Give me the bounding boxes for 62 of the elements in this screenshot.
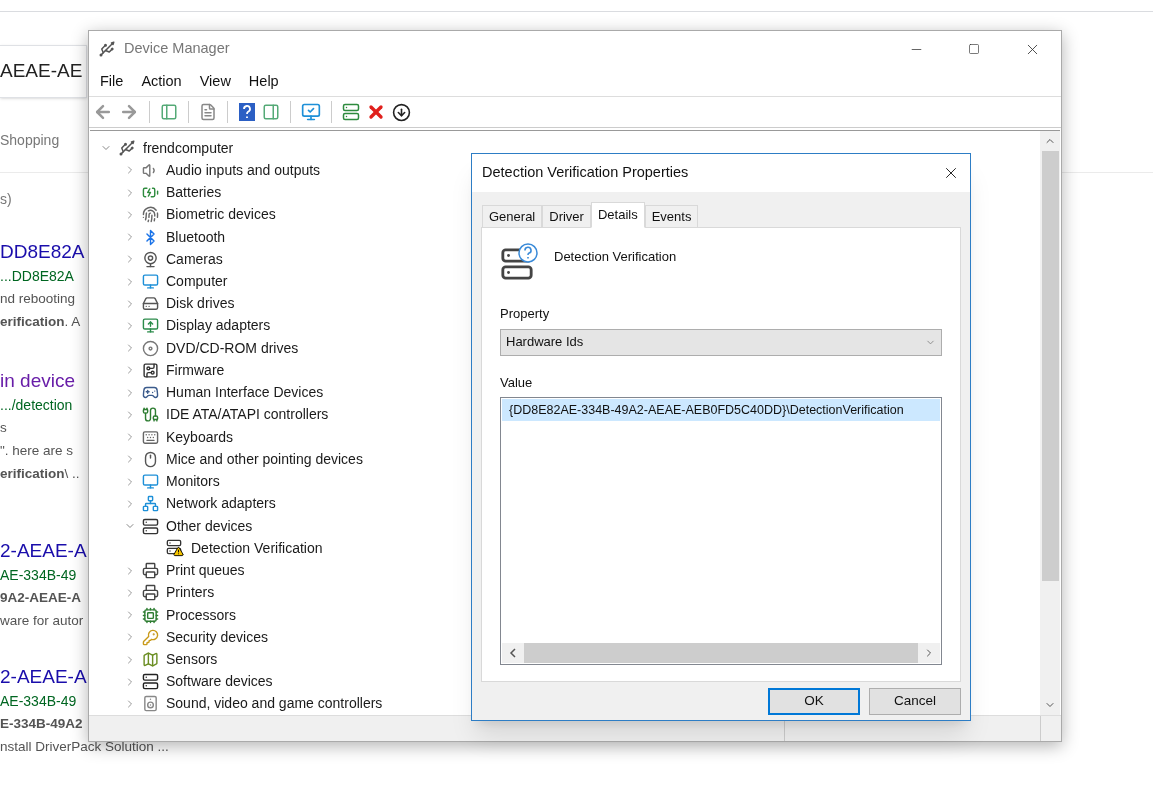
tree-item[interactable]: Computer bbox=[166, 271, 228, 292]
search-tab[interactable]: Shopping bbox=[0, 129, 60, 151]
tree-item[interactable]: frendcomputer bbox=[143, 137, 234, 159]
result-snippet: s bbox=[0, 419, 7, 438]
tree-item[interactable]: Monitors bbox=[166, 471, 220, 493]
result-url: AE-334B-49 bbox=[0, 692, 77, 711]
dialog-title: Detection Verification Properties bbox=[482, 163, 689, 183]
tree-item[interactable]: Firmware bbox=[166, 359, 225, 381]
menu-item[interactable]: File bbox=[92, 70, 132, 93]
window-title: Device Manager bbox=[124, 39, 230, 59]
tree-item[interactable]: Human Interface Devices bbox=[166, 382, 324, 404]
result-title[interactable]: 2-AEAE-A bbox=[0, 662, 87, 692]
result-title[interactable]: DD8E82A bbox=[0, 237, 85, 267]
tree-item[interactable]: Security devices bbox=[166, 626, 268, 648]
result-url: .../detection bbox=[0, 396, 73, 415]
tree-item[interactable]: Network adapters bbox=[166, 493, 276, 515]
menu-item[interactable]: View bbox=[191, 70, 239, 93]
dialog-tab[interactable]: Driver bbox=[542, 205, 591, 228]
result-snippet: nstall DriverPack Solution ... bbox=[0, 738, 169, 757]
value-item[interactable]: {DD8E82AE-334B-49A2-AEAE-AEB0FD5C40DD}\DetectionVerification bbox=[502, 399, 940, 421]
search-field[interactable]: AEAE-AE bbox=[0, 45, 87, 98]
tree-item[interactable]: Bluetooth bbox=[166, 226, 226, 248]
dialog-tab[interactable]: Details bbox=[590, 202, 645, 228]
result-snippet: 9A2-AEAE-A bbox=[0, 589, 81, 608]
tree-item[interactable]: Audio inputs and outputs bbox=[166, 159, 321, 181]
result-snippet: ". here are s bbox=[0, 442, 74, 461]
result-title[interactable]: in device bbox=[0, 366, 75, 396]
tree-item[interactable]: Display adapters bbox=[166, 315, 271, 337]
result-snippet: E-334B-49A2 bbox=[0, 715, 83, 734]
tree-item[interactable]: IDE ATA/ATAPI controllers bbox=[166, 404, 329, 426]
result-snippet: erification. A bbox=[0, 313, 81, 332]
property-label: Property bbox=[500, 305, 551, 323]
tree-item[interactable]: Software devices bbox=[166, 671, 273, 693]
dialog-tab[interactable]: General bbox=[482, 205, 543, 228]
tree-item[interactable]: Disk drives bbox=[166, 293, 235, 315]
tree-item[interactable]: Cameras bbox=[166, 248, 223, 270]
result-snippet: nd rebooting bbox=[0, 290, 76, 309]
result-title[interactable]: 2-AEAE-A bbox=[0, 536, 87, 566]
result-url: AE-334B-49 bbox=[0, 566, 77, 585]
tree-item[interactable]: Other devices bbox=[166, 515, 253, 537]
tree-item[interactable]: Printers bbox=[166, 582, 215, 604]
dialog-button[interactable]: OK bbox=[768, 687, 860, 715]
tree-item[interactable]: Detection Verification bbox=[191, 537, 323, 559]
tree-item[interactable]: Processors bbox=[166, 604, 237, 626]
menu-item[interactable]: Action bbox=[133, 70, 190, 93]
device-name: Detection Verification bbox=[554, 248, 677, 267]
tree-item[interactable]: Mice and other pointing devices bbox=[166, 448, 363, 470]
menu-item[interactable]: Help bbox=[240, 70, 287, 93]
tree-item[interactable]: Sound, video and game controllers bbox=[166, 693, 383, 715]
dialog-button[interactable]: Cancel bbox=[869, 687, 961, 715]
tree-item[interactable]: Print queues bbox=[166, 560, 245, 582]
result-stats: s) bbox=[0, 189, 12, 209]
tree-item[interactable]: DVD/CD-ROM drives bbox=[166, 337, 299, 359]
result-snippet: ware for autor bbox=[0, 612, 84, 631]
tree-item[interactable]: Keyboards bbox=[166, 426, 233, 448]
result-snippet: erification\ .. bbox=[0, 465, 80, 484]
property-dropdown[interactable]: Hardware Ids bbox=[500, 328, 942, 356]
tree-item[interactable]: Biometric devices bbox=[166, 204, 276, 226]
value-label: Value bbox=[500, 373, 534, 392]
tree-item[interactable]: Sensors bbox=[166, 649, 218, 670]
tree-item[interactable]: Batteries bbox=[166, 182, 222, 204]
result-url: ...DD8E82A bbox=[0, 267, 74, 286]
